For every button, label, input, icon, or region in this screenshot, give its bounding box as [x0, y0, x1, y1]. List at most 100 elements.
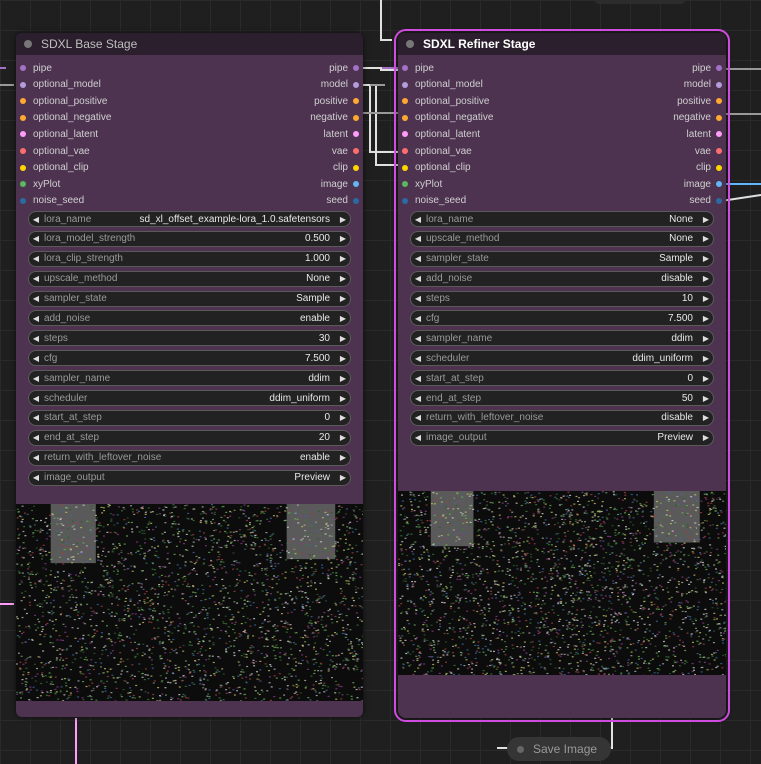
- widget-sampler-name[interactable]: ◀ sampler_name ddim ▶: [410, 330, 714, 347]
- output-connector-icon[interactable]: [716, 131, 722, 138]
- input-slot-vae[interactable]: optional_vae: [20, 143, 90, 159]
- input-slot-xyPlot[interactable]: xyPlot: [20, 176, 60, 192]
- input-slot-latent[interactable]: optional_latent: [402, 126, 480, 142]
- input-slot-seed[interactable]: noise_seed: [20, 193, 84, 209]
- output-slot-latent[interactable]: latent: [324, 126, 359, 142]
- widget-start-at-step[interactable]: ◀ start_at_step 0 ▶: [410, 370, 714, 387]
- increment-arrow-icon[interactable]: ▶: [336, 453, 350, 462]
- increment-arrow-icon[interactable]: ▶: [699, 234, 713, 243]
- decrement-arrow-icon[interactable]: ◀: [411, 294, 425, 303]
- decrement-arrow-icon[interactable]: ◀: [411, 215, 425, 224]
- input-connector-icon[interactable]: [402, 98, 408, 105]
- decrement-arrow-icon[interactable]: ◀: [411, 334, 425, 343]
- output-slot-negative[interactable]: negative: [673, 110, 722, 126]
- decrement-arrow-icon[interactable]: ◀: [29, 433, 43, 442]
- output-slot-pipe[interactable]: pipe: [692, 60, 722, 76]
- increment-arrow-icon[interactable]: ▶: [699, 413, 713, 422]
- input-connector-icon[interactable]: [20, 148, 26, 154]
- input-connector-icon[interactable]: [20, 197, 26, 204]
- decrement-arrow-icon[interactable]: ◀: [411, 254, 425, 263]
- widget-add-noise[interactable]: ◀ add_noise disable ▶: [410, 270, 714, 287]
- decrement-arrow-icon[interactable]: ◀: [29, 334, 43, 343]
- widget-return-with-leftover-noise[interactable]: ◀ return_with_leftover_noise enable ▶: [28, 449, 351, 466]
- widget-steps[interactable]: ◀ steps 30 ▶: [28, 330, 351, 347]
- widget-sampler-state[interactable]: ◀ sampler_state Sample ▶: [28, 290, 351, 307]
- output-connector-icon[interactable]: [353, 164, 359, 171]
- increment-arrow-icon[interactable]: ▶: [336, 433, 350, 442]
- output-slot-image[interactable]: image: [684, 176, 722, 192]
- output-connector-icon[interactable]: [353, 114, 359, 121]
- output-connector-icon[interactable]: [353, 81, 359, 88]
- refiner-node-titlebar[interactable]: SDXL Refiner Stage: [398, 33, 726, 55]
- output-slot-pipe[interactable]: pipe: [329, 60, 359, 76]
- input-slot-xyPlot[interactable]: xyPlot: [402, 176, 442, 192]
- output-connector-icon[interactable]: [353, 98, 359, 105]
- input-slot-seed[interactable]: noise_seed: [402, 193, 466, 209]
- output-connector-icon[interactable]: [353, 65, 359, 71]
- input-connector-icon[interactable]: [20, 164, 26, 171]
- increment-arrow-icon[interactable]: ▶: [336, 354, 350, 363]
- input-slot-model[interactable]: optional_model: [402, 77, 483, 93]
- widget-upscale-method[interactable]: ◀ upscale_method None ▶: [410, 230, 714, 247]
- widget-scheduler[interactable]: ◀ scheduler ddim_uniform ▶: [28, 390, 351, 407]
- widget-end-at-step[interactable]: ◀ end_at_step 50 ▶: [410, 390, 714, 407]
- base-node-titlebar[interactable]: SDXL Base Stage: [16, 33, 363, 55]
- decrement-arrow-icon[interactable]: ◀: [29, 234, 43, 243]
- output-slot-negative[interactable]: negative: [310, 110, 359, 126]
- decrement-arrow-icon[interactable]: ◀: [411, 354, 425, 363]
- increment-arrow-icon[interactable]: ▶: [699, 314, 713, 323]
- decrement-arrow-icon[interactable]: ◀: [411, 314, 425, 323]
- input-connector-icon[interactable]: [20, 65, 26, 71]
- output-connector-icon[interactable]: [716, 148, 722, 154]
- increment-arrow-icon[interactable]: ▶: [336, 473, 350, 482]
- output-connector-icon[interactable]: [716, 164, 722, 171]
- input-connector-icon[interactable]: [402, 197, 408, 204]
- widget-lora-name[interactable]: ◀ lora_name sd_xl_offset_example-lora_1.0.…: [28, 211, 351, 227]
- increment-arrow-icon[interactable]: ▶: [699, 374, 713, 383]
- output-connector-icon[interactable]: [353, 181, 359, 188]
- widget-lora-name[interactable]: ◀ lora_name None ▶: [410, 211, 714, 227]
- collapse-dot-icon[interactable]: [24, 40, 32, 48]
- save-image-node[interactable]: Save Image: [507, 737, 611, 761]
- decrement-arrow-icon[interactable]: ◀: [411, 413, 425, 422]
- input-slot-positive[interactable]: optional_positive: [20, 93, 108, 109]
- output-slot-clip[interactable]: clip: [696, 160, 722, 176]
- output-slot-image[interactable]: image: [321, 176, 359, 192]
- input-connector-icon[interactable]: [402, 181, 408, 188]
- widget-image-output[interactable]: ◀ image_output Preview ▶: [28, 469, 351, 486]
- input-slot-pipe[interactable]: pipe: [20, 60, 52, 76]
- decrement-arrow-icon[interactable]: ◀: [29, 354, 43, 363]
- output-connector-icon[interactable]: [716, 114, 722, 121]
- input-connector-icon[interactable]: [20, 181, 26, 188]
- widget-add-noise[interactable]: ◀ add_noise enable ▶: [28, 310, 351, 327]
- increment-arrow-icon[interactable]: ▶: [336, 413, 350, 422]
- decrement-arrow-icon[interactable]: ◀: [29, 215, 43, 224]
- output-slot-clip[interactable]: clip: [333, 160, 359, 176]
- widget-sampler-name[interactable]: ◀ sampler_name ddim ▶: [28, 370, 351, 387]
- output-slot-vae[interactable]: vae: [695, 143, 722, 159]
- output-slot-latent[interactable]: latent: [687, 126, 722, 142]
- decrement-arrow-icon[interactable]: ◀: [29, 314, 43, 323]
- decrement-arrow-icon[interactable]: ◀: [411, 274, 425, 283]
- input-connector-icon[interactable]: [20, 131, 26, 138]
- input-slot-model[interactable]: optional_model: [20, 77, 101, 93]
- output-slot-positive[interactable]: positive: [314, 93, 359, 109]
- widget-image-output[interactable]: ◀ image_output Preview ▶: [410, 429, 714, 446]
- increment-arrow-icon[interactable]: ▶: [336, 314, 350, 323]
- decrement-arrow-icon[interactable]: ◀: [29, 374, 43, 383]
- input-slot-negative[interactable]: optional_negative: [20, 110, 111, 126]
- decrement-arrow-icon[interactable]: ◀: [411, 374, 425, 383]
- output-connector-icon[interactable]: [716, 181, 722, 188]
- widget-cfg[interactable]: ◀ cfg 7.500 ▶: [410, 310, 714, 327]
- increment-arrow-icon[interactable]: ▶: [699, 433, 713, 442]
- input-slot-vae[interactable]: optional_vae: [402, 143, 472, 159]
- output-slot-model[interactable]: model: [321, 77, 359, 93]
- input-slot-latent[interactable]: optional_latent: [20, 126, 98, 142]
- decrement-arrow-icon[interactable]: ◀: [29, 453, 43, 462]
- input-slot-pipe[interactable]: pipe: [402, 60, 434, 76]
- increment-arrow-icon[interactable]: ▶: [699, 354, 713, 363]
- decrement-arrow-icon[interactable]: ◀: [29, 274, 43, 283]
- decrement-arrow-icon[interactable]: ◀: [29, 394, 43, 403]
- input-connector-icon[interactable]: [402, 164, 408, 171]
- increment-arrow-icon[interactable]: ▶: [699, 254, 713, 263]
